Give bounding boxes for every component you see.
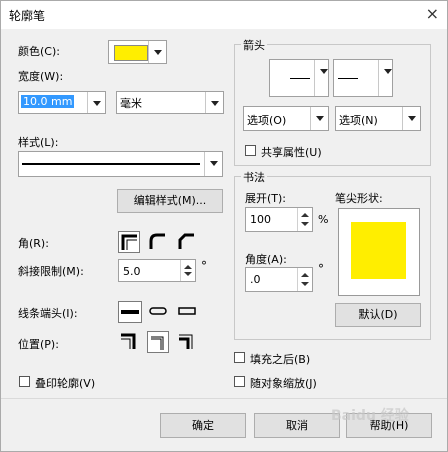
- round-cap-icon: [149, 307, 167, 315]
- chevron-down-icon[interactable]: [378, 60, 392, 96]
- default-button[interactable]: 默认(D): [335, 303, 421, 327]
- butt-cap-icon: [121, 310, 139, 314]
- chevron-down-icon[interactable]: [314, 60, 328, 96]
- outside-position-icon: [121, 333, 136, 349]
- angle-unit: °: [318, 262, 324, 276]
- arrow-options-left[interactable]: 选项(O): [243, 106, 329, 131]
- bevel-corner-icon: [178, 233, 194, 249]
- angle-value[interactable]: .0: [250, 273, 261, 286]
- style-combo[interactable]: [18, 151, 223, 177]
- angle-label: 角度(A):: [245, 253, 287, 266]
- miter-limit-spinner[interactable]: 5.0: [118, 259, 196, 282]
- scale-with-object-checkbox[interactable]: [234, 376, 245, 387]
- close-icon[interactable]: ×: [426, 4, 439, 23]
- stretch-value[interactable]: 100: [250, 213, 271, 226]
- inside-position-button[interactable]: [176, 331, 198, 353]
- ok-button[interactable]: 确定: [160, 413, 246, 438]
- behind-fill-label: 填充之后(B): [250, 353, 311, 366]
- calligraphy-group-title: 书法: [241, 169, 267, 185]
- start-arrow-preview: [290, 78, 310, 79]
- width-label: 宽度(W):: [18, 70, 64, 83]
- angle-spinner[interactable]: .0: [245, 267, 313, 292]
- cancel-button[interactable]: 取消: [254, 413, 340, 438]
- footer-separator: [1, 398, 447, 399]
- line-cap-label: 线条端头(I):: [18, 307, 78, 320]
- nib-shape-preview[interactable]: [338, 208, 420, 296]
- center-position-icon: [151, 336, 164, 350]
- arrow-options-right-label: 选项(N): [339, 114, 378, 127]
- spinner-arrows-icon[interactable]: [297, 268, 312, 291]
- end-arrow-combo[interactable]: [333, 59, 393, 97]
- overprint-label: 叠印轮廓(V): [35, 377, 96, 390]
- arrow-options-left-label: 选项(O): [247, 114, 287, 127]
- square-cap-icon: [178, 307, 196, 315]
- style-label: 样式(L):: [18, 136, 59, 149]
- miter-unit: °: [201, 259, 207, 273]
- overprint-checkbox[interactable]: [19, 376, 30, 387]
- inside-position-icon: [179, 334, 193, 349]
- share-attributes-label: 共享属性(U): [261, 146, 322, 159]
- chevron-down-icon[interactable]: [204, 152, 222, 176]
- chevron-down-icon[interactable]: [205, 92, 223, 113]
- behind-fill-checkbox[interactable]: [234, 352, 245, 363]
- arrow-options-right[interactable]: 选项(N): [335, 106, 421, 131]
- square-cap-button[interactable]: [176, 301, 200, 323]
- edit-style-button[interactable]: 编辑样式(M)...: [117, 189, 223, 213]
- watermark: Baidu 经验: [331, 408, 409, 424]
- round-corner-button[interactable]: [147, 231, 169, 253]
- dialog-title: 轮廓笔: [9, 9, 46, 23]
- spinner-arrows-icon[interactable]: [180, 260, 195, 281]
- stretch-unit: %: [318, 213, 329, 226]
- arrows-group-title: 箭头: [241, 37, 267, 53]
- chevron-down-icon[interactable]: [310, 107, 328, 130]
- color-swatch: [114, 45, 148, 61]
- nib-shape-swatch: [351, 222, 406, 279]
- miter-limit-label: 斜接限制(M):: [18, 265, 84, 278]
- start-arrow-combo[interactable]: [269, 59, 329, 97]
- round-corner-icon: [149, 233, 165, 249]
- miter-corner-button[interactable]: [118, 231, 140, 253]
- color-label: 颜色(C):: [18, 45, 60, 58]
- width-combo[interactable]: 10.0 mm: [18, 91, 106, 114]
- end-arrow-preview: [338, 78, 358, 79]
- nib-shape-label: 笔尖形状:: [335, 192, 383, 205]
- chevron-down-icon[interactable]: [148, 41, 166, 63]
- outline-pen-dialog: 轮廓笔 × 颜色(C): 宽度(W): 10.0 mm 毫米 样式(L): 编辑…: [0, 0, 448, 452]
- butt-cap-button[interactable]: [118, 301, 142, 323]
- width-value[interactable]: 10.0 mm: [21, 95, 75, 108]
- scale-with-object-label: 随对象缩放(J): [250, 377, 317, 390]
- line-style-preview: [22, 163, 200, 165]
- unit-value: 毫米: [120, 97, 142, 110]
- bevel-corner-button[interactable]: [176, 231, 198, 253]
- stretch-label: 展开(T):: [245, 192, 287, 205]
- chevron-down-icon[interactable]: [402, 107, 420, 130]
- stretch-spinner[interactable]: 100: [245, 207, 313, 232]
- center-position-button[interactable]: [147, 331, 169, 353]
- round-cap-button[interactable]: [147, 301, 171, 323]
- outside-position-button[interactable]: [118, 331, 140, 353]
- unit-combo[interactable]: 毫米: [116, 91, 224, 114]
- chevron-down-icon[interactable]: [87, 92, 105, 113]
- corner-label: 角(R):: [18, 237, 49, 250]
- position-label: 位置(P):: [18, 338, 59, 351]
- miter-limit-value[interactable]: 5.0: [123, 265, 141, 278]
- color-picker[interactable]: [108, 40, 167, 64]
- spinner-arrows-icon[interactable]: [297, 208, 312, 231]
- miter-corner-icon: [121, 234, 137, 250]
- share-attributes-checkbox[interactable]: [245, 145, 256, 156]
- title-bar: 轮廓笔 ×: [1, 1, 447, 29]
